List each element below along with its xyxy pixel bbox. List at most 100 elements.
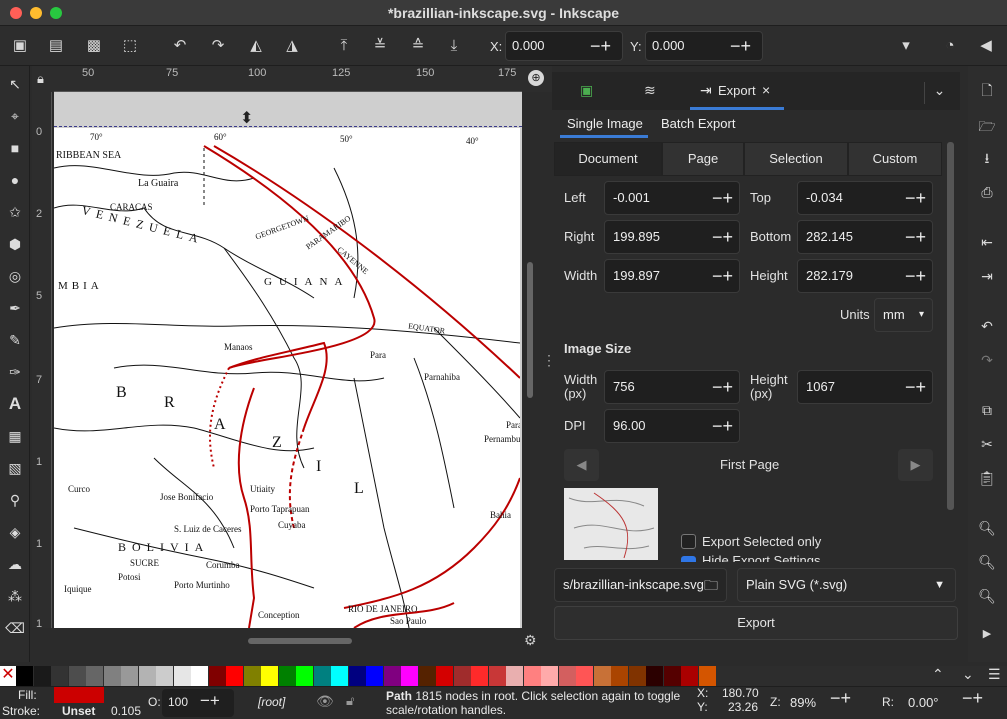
cut-icon[interactable]: ✂ xyxy=(977,434,997,454)
color-swatch[interactable] xyxy=(138,666,156,686)
export-icon[interactable]: ⇥ xyxy=(977,266,997,286)
flip-horizontal-icon[interactable]: ◭ xyxy=(246,36,266,56)
color-swatch[interactable] xyxy=(33,666,51,686)
map-drawing[interactable]: RIBBEAN SEA La Guaira CARACAS VENEZUELA … xyxy=(54,128,520,628)
color-swatch[interactable] xyxy=(208,666,226,686)
spray-tool-icon[interactable]: ⁂ xyxy=(5,586,25,606)
x-stepper[interactable]: −+ xyxy=(590,32,611,60)
px-width-input[interactable]: 756 −+ xyxy=(604,370,740,404)
layer-indicator[interactable]: [root] xyxy=(258,695,285,709)
palette-down-icon[interactable]: ⌄ xyxy=(962,666,974,683)
pen-tool-icon[interactable]: ✒ xyxy=(5,298,25,318)
px-height-input[interactable]: 1067 −+ xyxy=(797,370,933,404)
palette-up-icon[interactable]: ⌃ xyxy=(932,666,944,683)
select-all-layers-icon[interactable]: ▤ xyxy=(46,36,66,56)
color-swatch[interactable] xyxy=(471,666,488,686)
color-swatch[interactable] xyxy=(313,666,331,686)
select-same-icon[interactable]: ▩ xyxy=(84,36,104,56)
color-swatch[interactable] xyxy=(383,666,401,686)
vertical-ruler[interactable]: 0 2 5 7 1 1 1 xyxy=(32,92,52,630)
color-swatch[interactable] xyxy=(576,666,593,686)
copy-icon[interactable]: ⧉ xyxy=(977,400,997,420)
area-custom-button[interactable]: Custom xyxy=(848,142,942,176)
width-stepper[interactable]: −+ xyxy=(712,260,733,292)
height-stepper[interactable]: −+ xyxy=(905,260,926,292)
export-selected-checkbox[interactable] xyxy=(681,534,696,549)
spiral-tool-icon[interactable]: ◎ xyxy=(5,266,25,286)
color-swatch[interactable] xyxy=(261,666,278,686)
color-swatch[interactable] xyxy=(436,666,453,686)
zoom-drawing-icon[interactable]: 🔍︎ xyxy=(977,552,997,572)
raise-to-top-icon[interactable]: ⤒ xyxy=(334,36,354,56)
close-tab-icon[interactable]: × xyxy=(762,82,770,98)
color-swatch[interactable] xyxy=(156,666,173,686)
px-height-stepper[interactable]: −+ xyxy=(905,371,926,403)
color-swatch[interactable] xyxy=(86,666,103,686)
stroke-value[interactable]: Unset xyxy=(62,704,95,718)
scale-handle-icon[interactable]: ⬍ xyxy=(240,108,253,128)
save-icon[interactable]: ⭳ xyxy=(977,148,997,168)
zoom-page-icon[interactable]: 🔍︎ xyxy=(977,586,997,606)
pencil-tool-icon[interactable]: ✎ xyxy=(5,330,25,350)
color-swatch[interactable] xyxy=(331,666,348,686)
bottom-stepper[interactable]: −+ xyxy=(905,221,926,253)
visibility-icon[interactable]: 👁︎ xyxy=(316,693,334,710)
ellipse-tool-icon[interactable]: ● xyxy=(5,170,25,190)
raise-icon[interactable]: ≚ xyxy=(370,36,390,56)
rotation-stepper[interactable]: −+ xyxy=(962,688,983,709)
3d-box-tool-icon[interactable]: ⬢ xyxy=(5,234,25,254)
area-page-button[interactable]: Page xyxy=(662,142,744,176)
export-button[interactable]: Export xyxy=(554,606,958,640)
area-document-button[interactable]: Document xyxy=(554,142,662,176)
color-swatch[interactable] xyxy=(418,666,436,686)
y-input[interactable]: 0.000 −+ xyxy=(645,31,763,61)
units-select[interactable]: mm ▾ xyxy=(874,298,933,332)
zoom-stepper[interactable]: −+ xyxy=(830,688,851,709)
color-swatch[interactable] xyxy=(628,666,646,686)
no-paint-swatch[interactable]: ✕ xyxy=(0,666,16,686)
palette-menu-icon[interactable]: ☰ xyxy=(988,666,1001,683)
y-stepper[interactable]: −+ xyxy=(730,32,751,60)
color-swatch[interactable] xyxy=(698,666,716,686)
import-icon[interactable]: ⇤ xyxy=(977,232,997,252)
bottom-input[interactable]: 282.145 −+ xyxy=(797,220,933,254)
color-swatch[interactable] xyxy=(68,666,86,686)
dpi-input[interactable]: 96.00 −+ xyxy=(604,409,740,443)
top-stepper[interactable]: −+ xyxy=(905,182,926,214)
color-swatch[interactable] xyxy=(646,666,663,686)
dropper-tool-icon[interactable]: ⚲ xyxy=(5,490,25,510)
rotate-ccw-icon[interactable]: ↶ xyxy=(170,36,190,56)
lower-to-bottom-icon[interactable]: ⤓ xyxy=(444,36,464,56)
display-mode-icon[interactable]: ⚙ xyxy=(524,632,537,649)
color-swatch[interactable] xyxy=(523,666,541,686)
area-selection-button[interactable]: Selection xyxy=(744,142,848,176)
canvas-h-scrollbar[interactable] xyxy=(248,638,352,644)
rotate-cw-icon[interactable]: ↷ xyxy=(208,36,228,56)
width-input[interactable]: 199.897 −+ xyxy=(604,259,740,293)
color-swatch[interactable] xyxy=(348,666,366,686)
next-page-button[interactable]: ▶ xyxy=(898,449,933,481)
filename-input[interactable]: s/brazillian-inkscape.svg 🗀 xyxy=(554,568,727,602)
node-tool-icon[interactable]: ⌖ xyxy=(5,106,25,126)
color-swatch[interactable] xyxy=(681,666,698,686)
zoom-correction-icon[interactable]: ⊕ xyxy=(528,70,544,86)
print-icon[interactable]: ⎙ xyxy=(977,182,997,202)
selector-tool-icon[interactable]: ↖ xyxy=(5,74,25,94)
gradient-tool-icon[interactable]: ▦ xyxy=(5,426,25,446)
collapse-left-icon[interactable]: ◀ xyxy=(976,36,996,56)
new-document-icon[interactable]: 🗋 xyxy=(977,80,997,100)
chevron-down-icon[interactable]: ▾ xyxy=(896,36,916,56)
tab-export[interactable]: ⇥ Export × xyxy=(690,72,784,110)
color-swatch[interactable] xyxy=(366,666,383,686)
mesh-tool-icon[interactable]: ▧ xyxy=(5,458,25,478)
text-tool-icon[interactable]: A xyxy=(5,394,25,414)
x-input[interactable]: 0.000 −+ xyxy=(505,31,623,61)
left-input[interactable]: -0.001 −+ xyxy=(604,181,740,215)
eraser-tool-icon[interactable]: ⌫ xyxy=(5,618,25,638)
expand-right-icon[interactable]: ▶ xyxy=(977,624,997,644)
calligraphy-tool-icon[interactable]: ✑ xyxy=(5,362,25,382)
zoom-selection-icon[interactable]: 🔍︎ xyxy=(977,518,997,538)
color-swatch[interactable] xyxy=(16,666,33,686)
dpi-stepper[interactable]: −+ xyxy=(712,410,733,442)
color-swatch[interactable] xyxy=(506,666,523,686)
